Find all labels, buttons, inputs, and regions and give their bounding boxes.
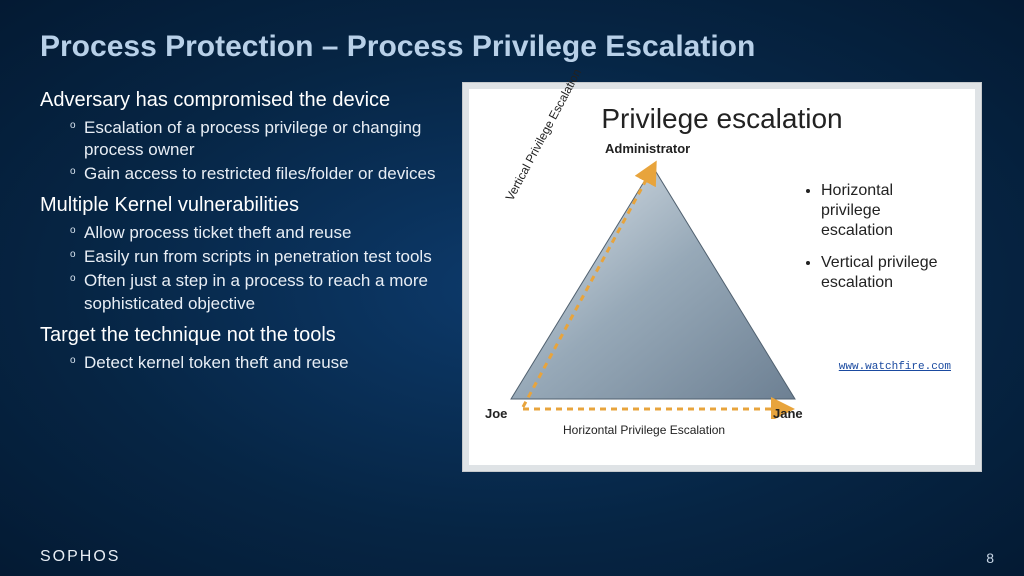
brand-logo: SOPHOS: [40, 548, 120, 566]
section-heading: Target the technique not the tools: [40, 323, 450, 348]
slide-title: Process Protection – Process Privilege E…: [0, 0, 1024, 82]
triangle-left-label: Joe: [485, 406, 507, 421]
section-heading: Multiple Kernel vulnerabilities: [40, 193, 450, 218]
triangle-icon: [503, 159, 803, 419]
section-list: Allow process ticket theft and reuse Eas…: [40, 222, 450, 314]
list-item: Allow process ticket theft and reuse: [70, 222, 450, 244]
list-item: Vertical privilege escalation: [821, 253, 953, 293]
list-item: Gain access to restricted files/folder o…: [70, 163, 450, 185]
section-heading: Adversary has compromised the device: [40, 88, 450, 113]
list-item: Escalation of a process privilege or cha…: [70, 117, 450, 161]
section-list: Detect kernel token theft and reuse: [40, 352, 450, 374]
diagram-canvas: Privilege escalation: [469, 89, 975, 465]
list-item: Often just a step in a process to reach …: [70, 270, 450, 314]
triangle-right-label: Jane: [773, 406, 803, 421]
section-list: Escalation of a process privilege or cha…: [40, 117, 450, 185]
list-item: Easily run from scripts in penetration t…: [70, 246, 450, 268]
diagram-column: Privilege escalation: [460, 82, 984, 472]
page-number: 8: [986, 550, 994, 566]
bullet-column: Adversary has compromised the device Esc…: [40, 82, 460, 472]
diagram-bullets: Horizontal privilege escalation Vertical…: [803, 181, 953, 305]
horizontal-edge-label: Horizontal Privilege Escalation: [563, 423, 725, 437]
list-item: Detect kernel token theft and reuse: [70, 352, 450, 374]
list-item: Horizontal privilege escalation: [821, 181, 953, 241]
diagram-frame: Privilege escalation: [462, 82, 982, 472]
source-link[interactable]: www.watchfire.com: [839, 361, 951, 373]
slide-content: Adversary has compromised the device Esc…: [0, 82, 1024, 472]
diagram-stage: Administrator Joe Jane Vertical Privileg…: [483, 141, 961, 441]
triangle-top-label: Administrator: [605, 141, 690, 156]
